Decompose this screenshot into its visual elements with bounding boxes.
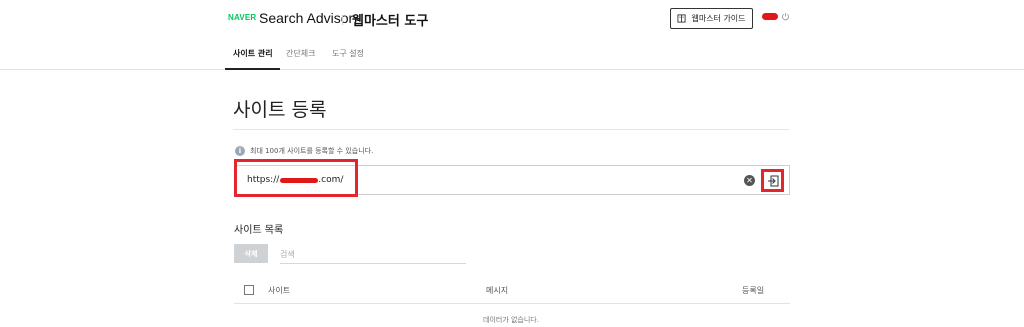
url-prefix: https://	[247, 175, 280, 185]
user-name-redacted[interactable]	[762, 13, 778, 20]
arrow-into-box-icon	[767, 175, 778, 186]
url-suffix: .com/	[318, 175, 344, 185]
active-tab-indicator	[225, 68, 280, 70]
site-list-title: 사이트 목록	[234, 225, 284, 236]
naver-logo[interactable]: NAVER	[228, 13, 256, 22]
site-url-value[interactable]: https:// .com/	[247, 175, 343, 185]
url-redacted-domain	[280, 177, 319, 183]
book-icon	[677, 14, 687, 23]
tab-site-management[interactable]: 사이트 관리	[233, 48, 273, 59]
power-icon[interactable]	[781, 12, 790, 21]
user-area	[762, 12, 790, 21]
column-registered-date[interactable]: 등록일	[742, 285, 764, 296]
register-site-button[interactable]	[761, 169, 784, 192]
main-tabs: 사이트 관리 간단체크 도구 설정	[0, 40, 1024, 70]
tool-title[interactable]: 웹마스터 도구	[352, 10, 428, 29]
tab-simple-check[interactable]: 간단체크	[286, 48, 315, 59]
header-divider	[342, 15, 343, 25]
site-search-input[interactable]	[280, 246, 466, 264]
column-message[interactable]: 메시지	[486, 285, 508, 296]
info-icon: i	[235, 146, 245, 156]
delete-button[interactable]: 삭제	[234, 244, 268, 263]
product-name[interactable]: Search Advisor	[259, 10, 353, 26]
tab-tool-settings[interactable]: 도구 설정	[332, 48, 364, 59]
top-header: NAVER Search Advisor 웹마스터 도구 웹마스터 가이드	[0, 0, 1024, 40]
notice-text: 최대 100개 사이트를 등록할 수 있습니다.	[250, 147, 374, 155]
select-all-checkbox[interactable]	[244, 285, 254, 295]
registration-notice: i 최대 100개 사이트를 등록할 수 있습니다.	[235, 146, 373, 156]
page-title: 사이트 등록	[233, 99, 327, 121]
clear-input-icon[interactable]: ✕	[744, 175, 755, 186]
guide-button-label: 웹마스터 가이드	[691, 14, 746, 23]
column-site[interactable]: 사이트	[268, 285, 290, 296]
title-divider	[233, 129, 789, 130]
webmaster-guide-button[interactable]: 웹마스터 가이드	[670, 8, 753, 29]
empty-table-message: 데이터가 없습니다.	[483, 316, 539, 324]
site-table-header: 사이트 메시지 등록일	[234, 278, 790, 304]
